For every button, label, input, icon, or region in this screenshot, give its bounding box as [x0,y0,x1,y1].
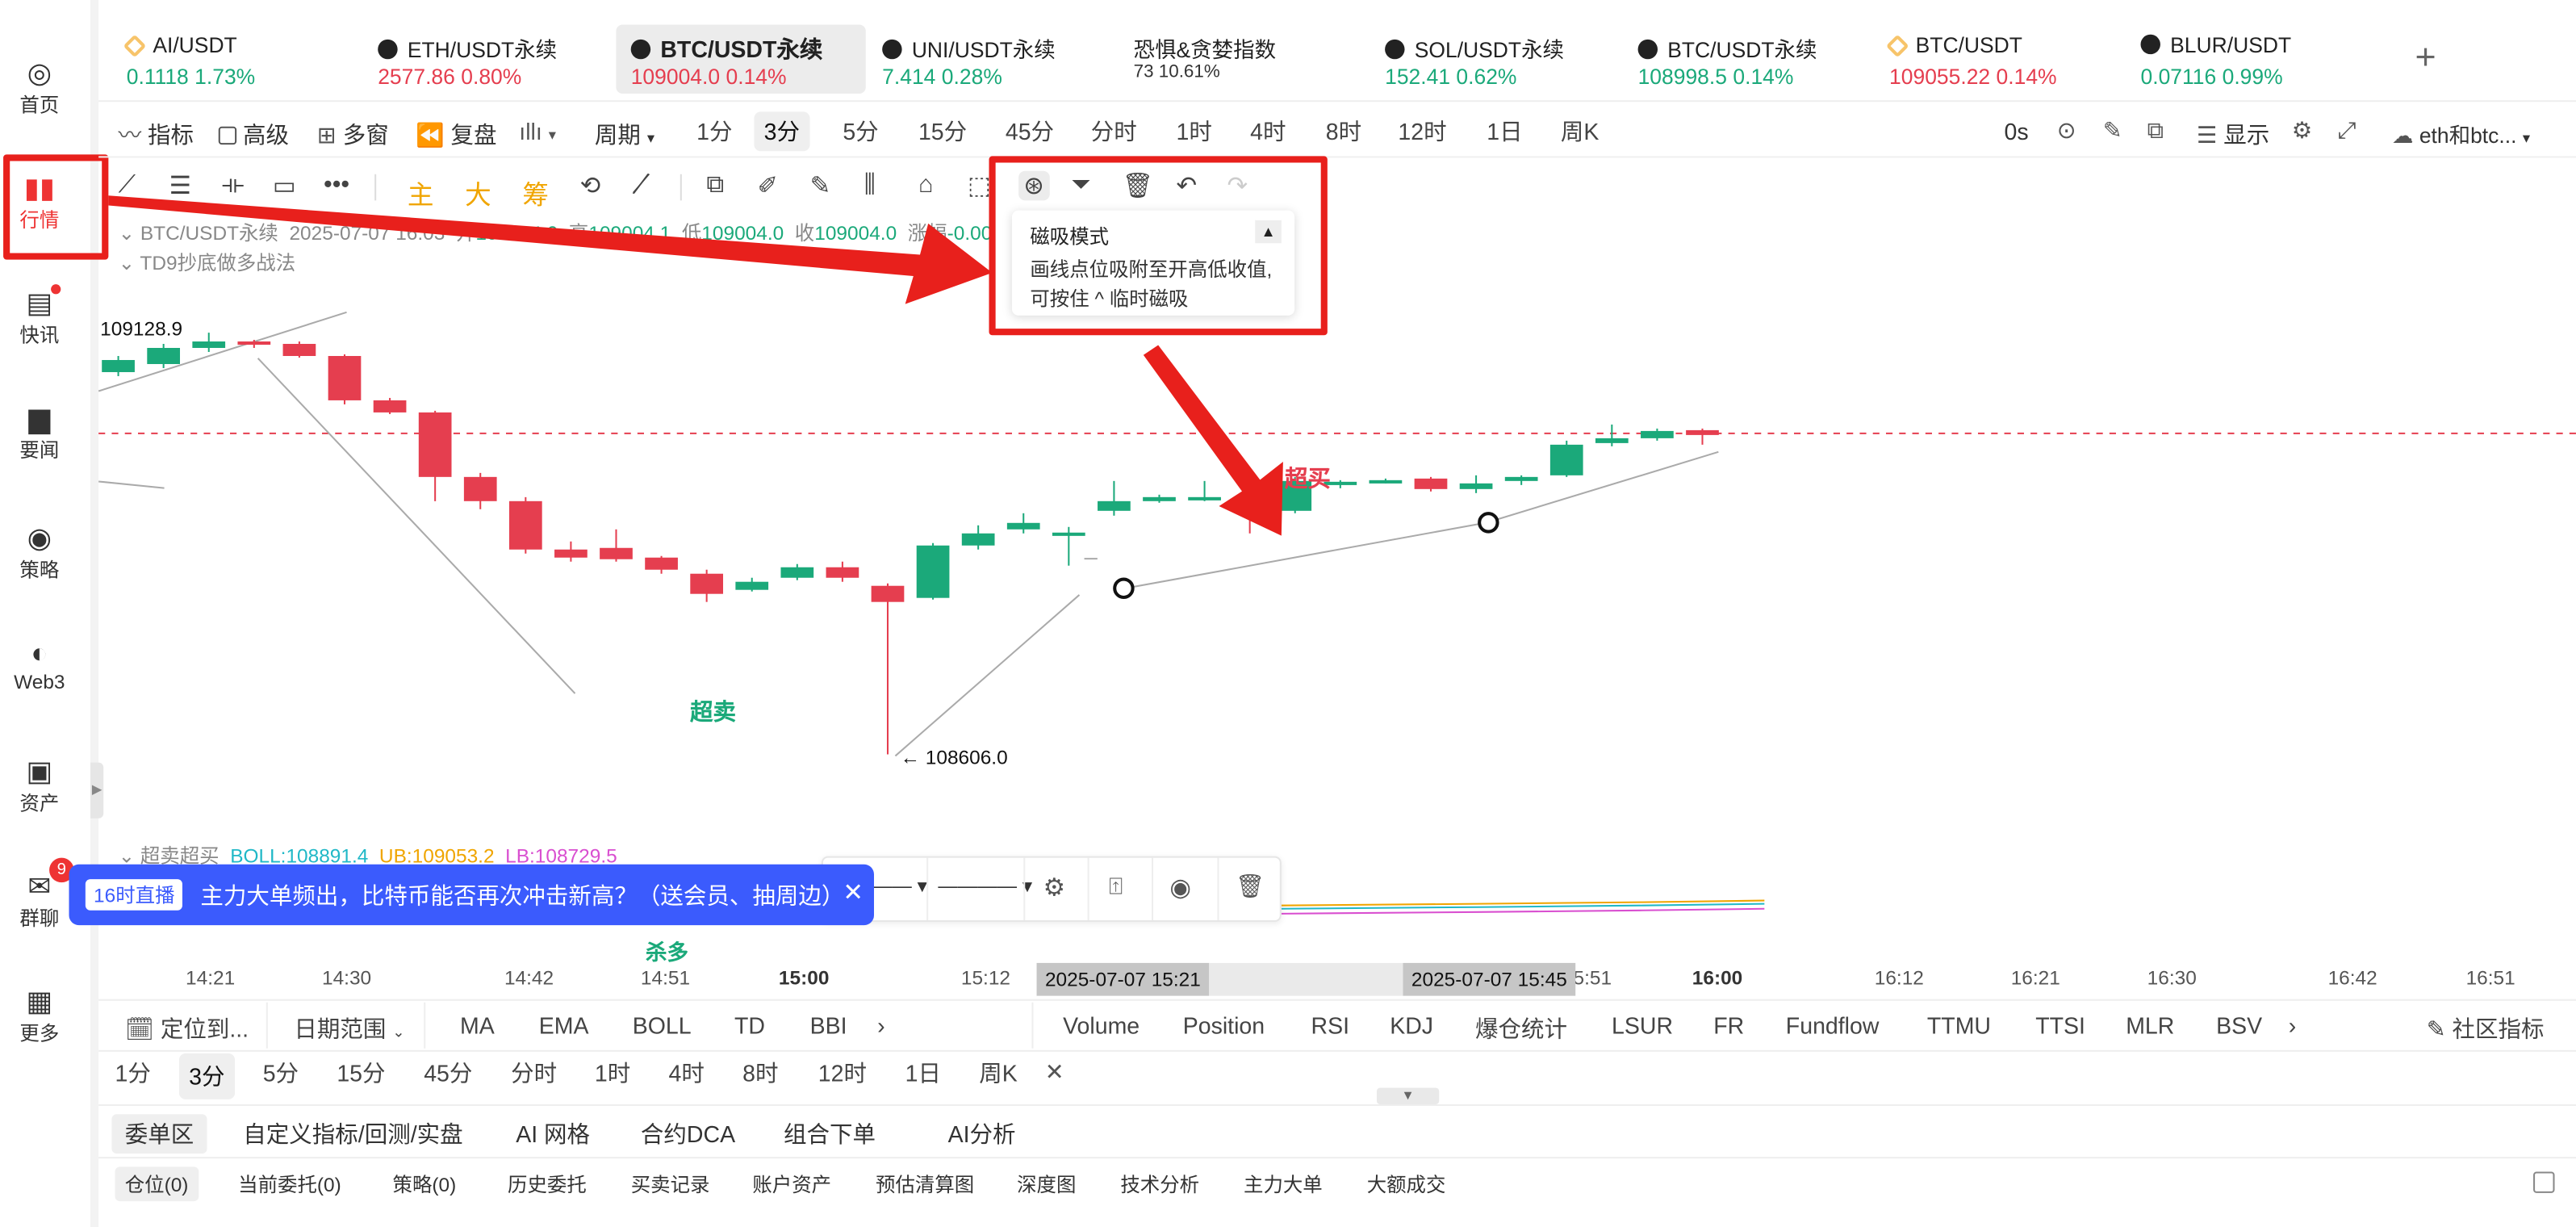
arrow-to-magnet-tool [108,195,993,304]
annotation-arrows [108,195,1283,536]
arrow-to-chart-point [1143,345,1283,536]
